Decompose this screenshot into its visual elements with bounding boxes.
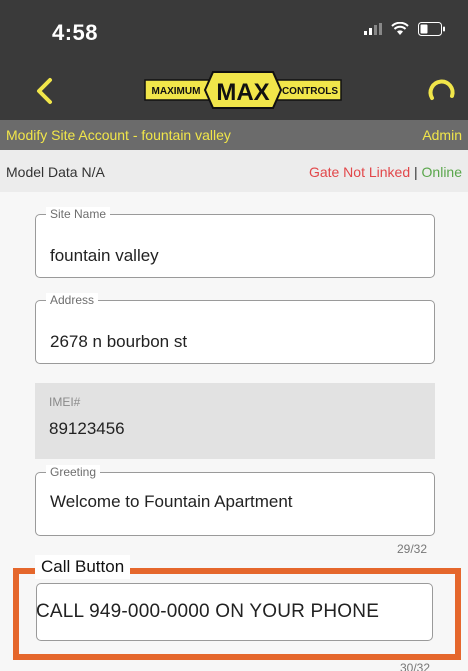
- connection-status: Gate Not Linked | Online: [309, 164, 462, 180]
- gate-status: Gate Not Linked: [308, 164, 411, 180]
- site-name-label: Site Name: [46, 207, 111, 221]
- greeting-value[interactable]: Welcome to Fountain Apartment: [50, 492, 293, 512]
- chevron-left-icon: [37, 78, 52, 104]
- status-separator: |: [410, 164, 422, 180]
- highlight-box: [13, 568, 461, 660]
- imei-label: IMEI#: [49, 395, 81, 409]
- greeting-field[interactable]: Greeting Welcome to Fountain Apartment: [35, 465, 435, 536]
- brand-logo: MAXIMUM MAX CONTROLS: [144, 71, 342, 109]
- battery-icon: [418, 22, 445, 36]
- greeting-label: Greeting: [46, 465, 101, 479]
- logo-left-text: MAXIMUM: [152, 86, 201, 97]
- site-name-value[interactable]: fountain valley: [50, 246, 159, 266]
- signal-icon: [364, 23, 382, 35]
- refresh-button[interactable]: [426, 74, 458, 106]
- address-value[interactable]: 2678 n bourbon st: [50, 332, 187, 352]
- wifi-icon: [391, 22, 409, 35]
- app-header: MAXIMUM MAX CONTROLS: [0, 62, 468, 120]
- user-role: Admin: [422, 127, 462, 143]
- online-status: Online: [421, 164, 462, 180]
- greeting-char-counter: 29/32: [397, 542, 428, 556]
- back-button[interactable]: [30, 74, 60, 108]
- site-name-field[interactable]: Site Name fountain valley: [35, 207, 435, 278]
- logo-center-text: MAX: [216, 79, 269, 106]
- imei-field: IMEI# 89123456: [35, 383, 435, 459]
- system-icons: [364, 22, 446, 36]
- logo-right-text: CONTROLS: [282, 86, 338, 97]
- model-data-label: Model Data N/A: [6, 164, 105, 180]
- page-title: Modify Site Account - fountain valley: [6, 127, 231, 143]
- address-field[interactable]: Address 2678 n bourbon st: [35, 293, 435, 364]
- device-status-row: Model Data N/A Gate Not Linked | Online: [0, 150, 468, 192]
- call-button-callout: Call Button: [35, 555, 131, 579]
- status-time: 4:58: [52, 20, 99, 45]
- imei-value: 89123456: [49, 419, 125, 438]
- address-label: Address: [46, 293, 99, 307]
- call-button-char-counter: 30/32: [400, 661, 431, 671]
- page-subheader: Modify Site Account - fountain valley Ad…: [0, 120, 468, 150]
- refresh-icon: [428, 79, 455, 100]
- status-bar: 4:58: [0, 0, 468, 62]
